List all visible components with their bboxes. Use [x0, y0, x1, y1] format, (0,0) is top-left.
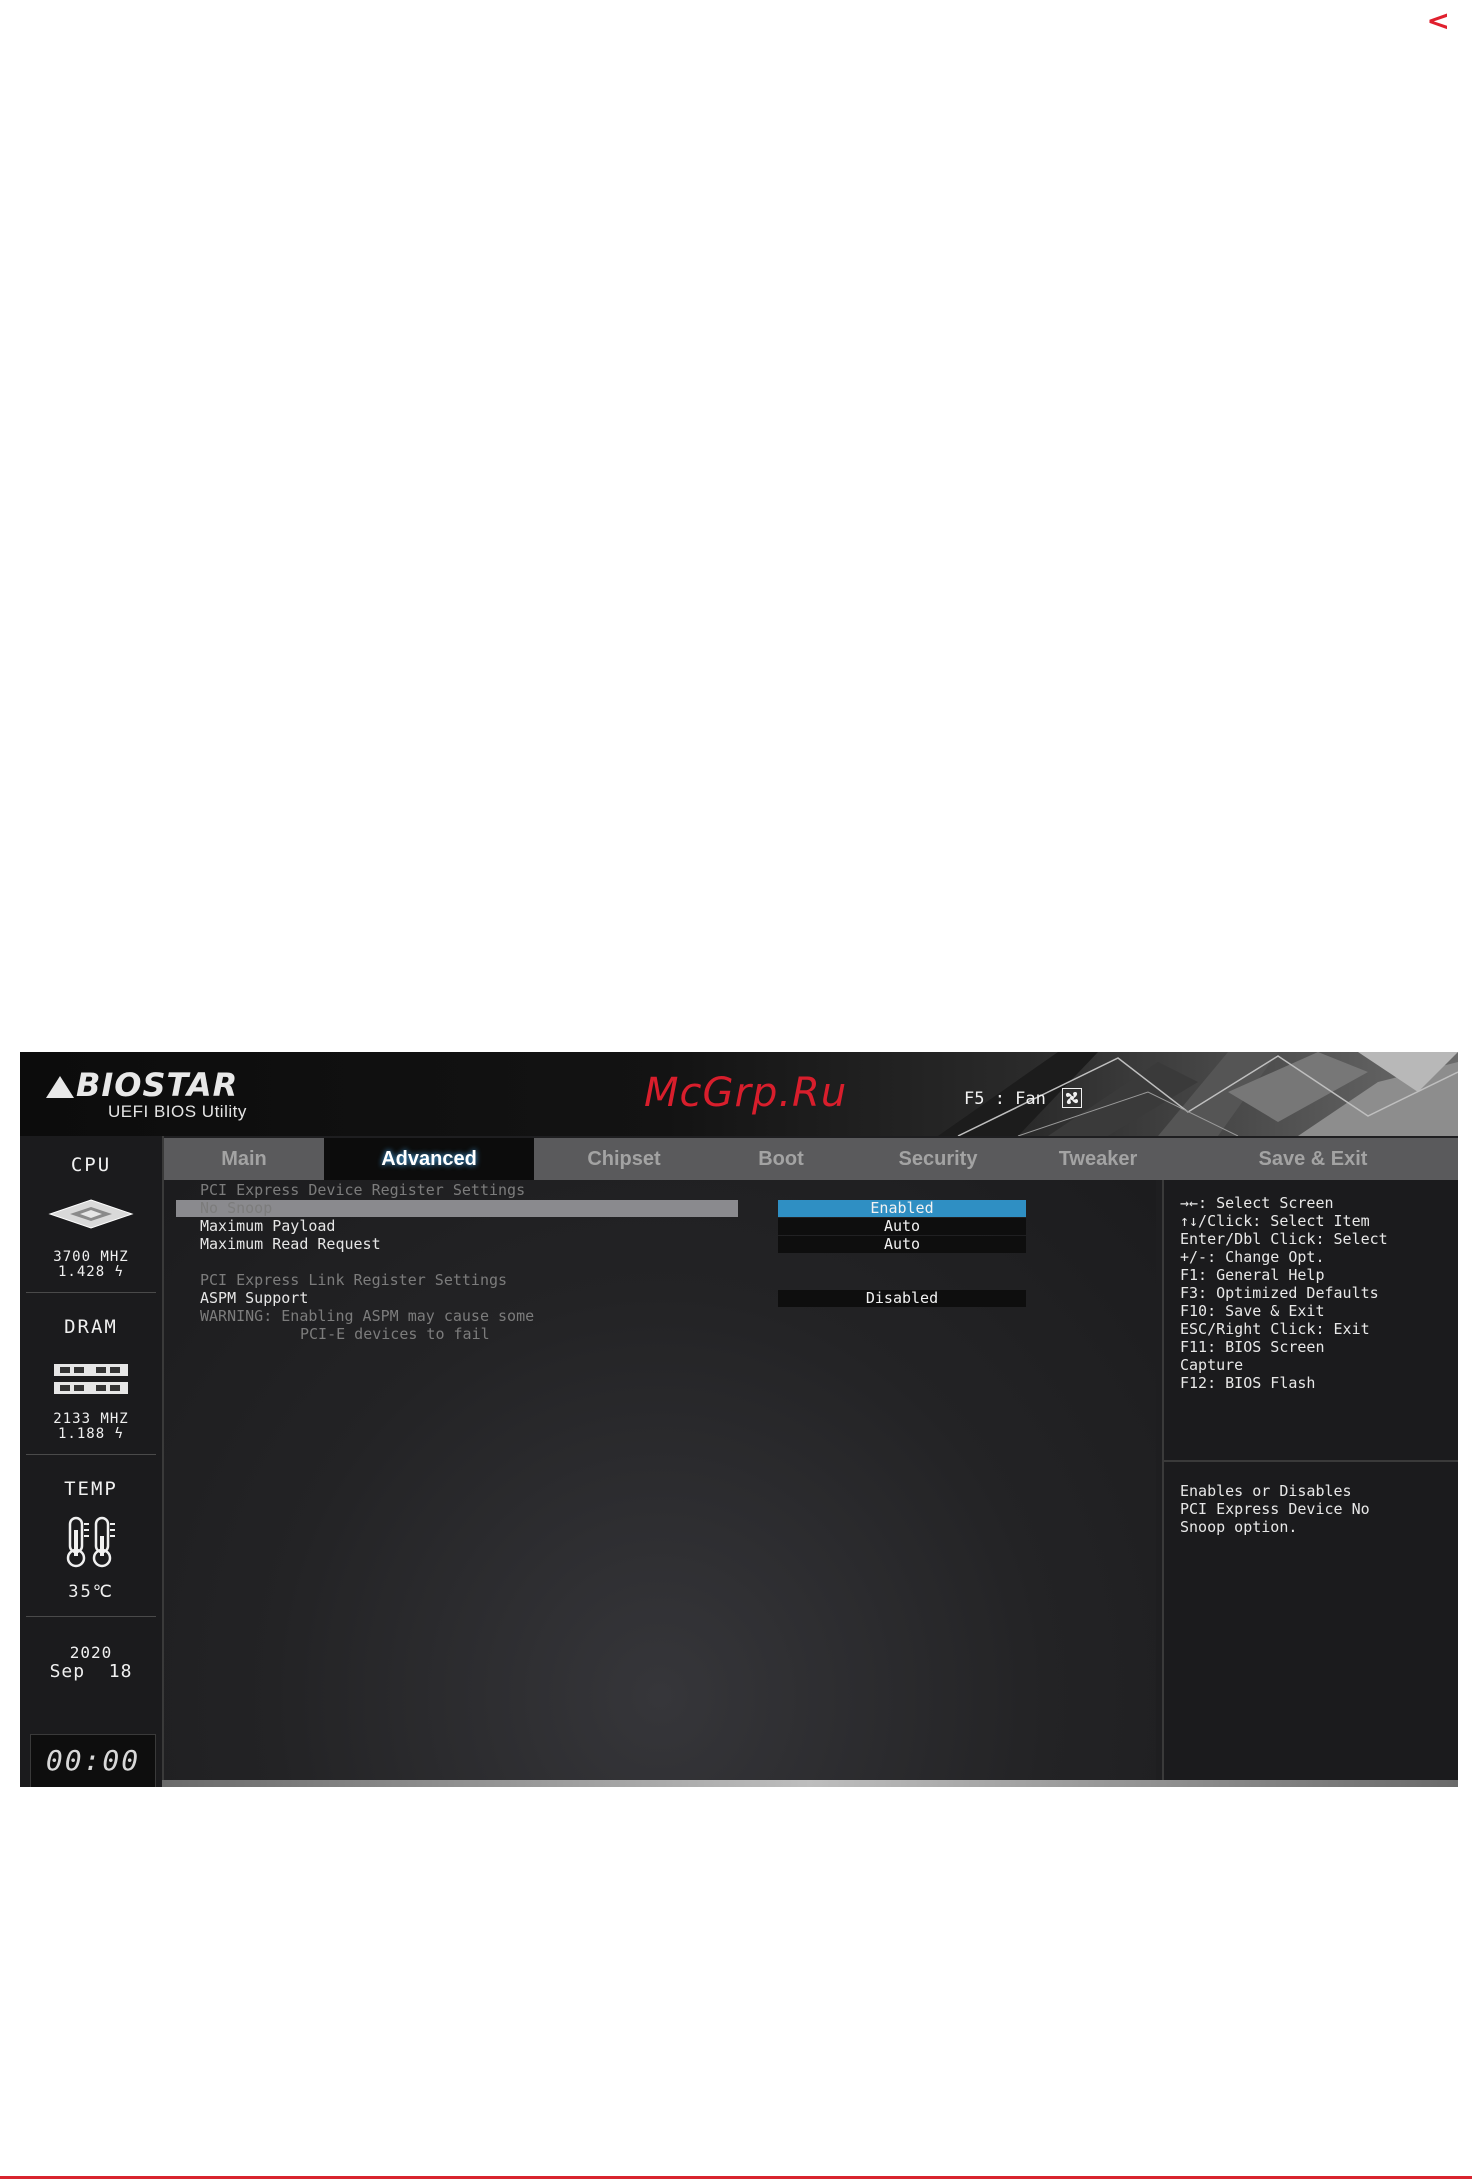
- cpu-frequency: 3700 MHZ: [53, 1249, 129, 1265]
- help-key-line: F10: Save & Exit: [1180, 1302, 1325, 1320]
- dram-module-icon: [54, 1364, 128, 1394]
- item-description-line: PCI Express Device No: [1180, 1500, 1370, 1518]
- help-key-line: F12: BIOS Flash: [1180, 1374, 1316, 1392]
- watermark-text: McGrp.Ru: [644, 1070, 848, 1116]
- thermometer-icon: [66, 1516, 115, 1568]
- corner-chevron-icon: <: [1426, 4, 1450, 37]
- tab-chipset[interactable]: Chipset: [534, 1138, 715, 1180]
- page-footer-rule: [0, 2176, 1472, 2179]
- tab-security[interactable]: Security: [848, 1138, 1029, 1180]
- tab-boot[interactable]: Boot: [714, 1138, 849, 1180]
- cpu-chip-icon: [48, 1199, 134, 1229]
- item-description-line: Enables or Disables: [1180, 1482, 1352, 1500]
- help-key-line: ESC/Right Click: Exit: [1180, 1320, 1370, 1338]
- help-key-line: F11: BIOS Screen: [1180, 1338, 1325, 1356]
- help-key-line: F3: Optimized Defaults: [1180, 1284, 1379, 1302]
- section-heading-link: PCI Express Link Register Settings: [200, 1271, 508, 1289]
- bottom-edge-decoration: [162, 1780, 1458, 1787]
- date-day: Sep 18: [49, 1661, 133, 1682]
- temp-value: 35℃: [68, 1582, 114, 1602]
- bios-screen: BIOSTAR UEFI BIOS Utility McGrp.Ru F5 : …: [20, 1052, 1458, 1787]
- setting-aspm-support[interactable]: ASPM Support: [200, 1290, 308, 1307]
- cpu-label: CPU: [70, 1154, 112, 1176]
- logo-triangle-icon: [46, 1076, 74, 1098]
- help-key-line: F1: General Help: [1180, 1266, 1325, 1284]
- tab-main[interactable]: Main: [164, 1138, 325, 1180]
- temp-label: TEMP: [64, 1478, 118, 1500]
- product-name: UEFI BIOS Utility: [108, 1102, 247, 1121]
- help-key-line: +/-: Change Opt.: [1180, 1248, 1325, 1266]
- sidebar-divider: [26, 1616, 156, 1617]
- maximum-payload-value[interactable]: Auto: [778, 1218, 1026, 1235]
- settings-panel: PCI Express Device Register Settings No …: [164, 1180, 1156, 1787]
- setting-no-snoop[interactable]: No Snoop: [200, 1200, 272, 1217]
- main-tab-bar: Main Advanced Chipset Boot Security Twea…: [164, 1138, 1458, 1180]
- setting-maximum-read-request[interactable]: Maximum Read Request: [200, 1236, 381, 1253]
- tab-advanced[interactable]: Advanced: [324, 1138, 535, 1180]
- date-year: 2020: [69, 1643, 113, 1662]
- biostar-logo: BIOSTAR UEFI BIOS Utility: [46, 1066, 247, 1122]
- fan-icon: [1062, 1088, 1083, 1108]
- time-display: 00:00: [30, 1734, 156, 1787]
- item-description-line: Snoop option.: [1180, 1518, 1298, 1536]
- section-heading-device: PCI Express Device Register Settings: [200, 1181, 526, 1199]
- aspm-warning-line-1: WARNING: Enabling ASPM may cause some: [200, 1307, 535, 1325]
- help-key-line: Enter/Dbl Click: Select: [1180, 1230, 1388, 1248]
- bios-header: BIOSTAR UEFI BIOS Utility McGrp.Ru F5 : …: [20, 1052, 1458, 1136]
- sidebar-divider: [26, 1454, 156, 1455]
- help-divider: [1164, 1460, 1458, 1462]
- setting-maximum-payload[interactable]: Maximum Payload: [200, 1218, 335, 1235]
- tab-tweaker[interactable]: Tweaker: [1028, 1138, 1169, 1180]
- help-key-line: ↑↓/Click: Select Item: [1180, 1212, 1370, 1230]
- maximum-read-request-value[interactable]: Auto: [778, 1236, 1026, 1253]
- fan-control-hint[interactable]: F5 : Fan: [964, 1088, 1083, 1109]
- no-snoop-value[interactable]: Enabled: [778, 1200, 1026, 1217]
- tab-save-exit[interactable]: Save & Exit: [1168, 1138, 1458, 1180]
- dram-label: DRAM: [64, 1316, 118, 1338]
- sidebar-divider: [26, 1292, 156, 1293]
- help-key-line: Capture: [1180, 1356, 1244, 1374]
- system-status-sidebar: CPU 3700 MHZ 1.428 ϟ DRAM 2133 MHZ 1.188…: [20, 1136, 164, 1787]
- aspm-support-value[interactable]: Disabled: [778, 1290, 1026, 1307]
- aspm-warning-line-2: PCI-E devices to fail: [300, 1325, 490, 1343]
- brand-name: BIOSTAR: [76, 1066, 239, 1104]
- help-key-line: →←: Select Screen: [1180, 1194, 1334, 1212]
- help-panel: →←: Select Screen ↑↓/Click: Select Item …: [1162, 1180, 1458, 1787]
- dram-frequency: 2133 MHZ: [53, 1411, 129, 1427]
- cpu-voltage: 1.428 ϟ: [57, 1264, 124, 1280]
- fan-hint-label: F5 : Fan: [964, 1089, 1046, 1109]
- dram-voltage: 1.188 ϟ: [57, 1426, 124, 1442]
